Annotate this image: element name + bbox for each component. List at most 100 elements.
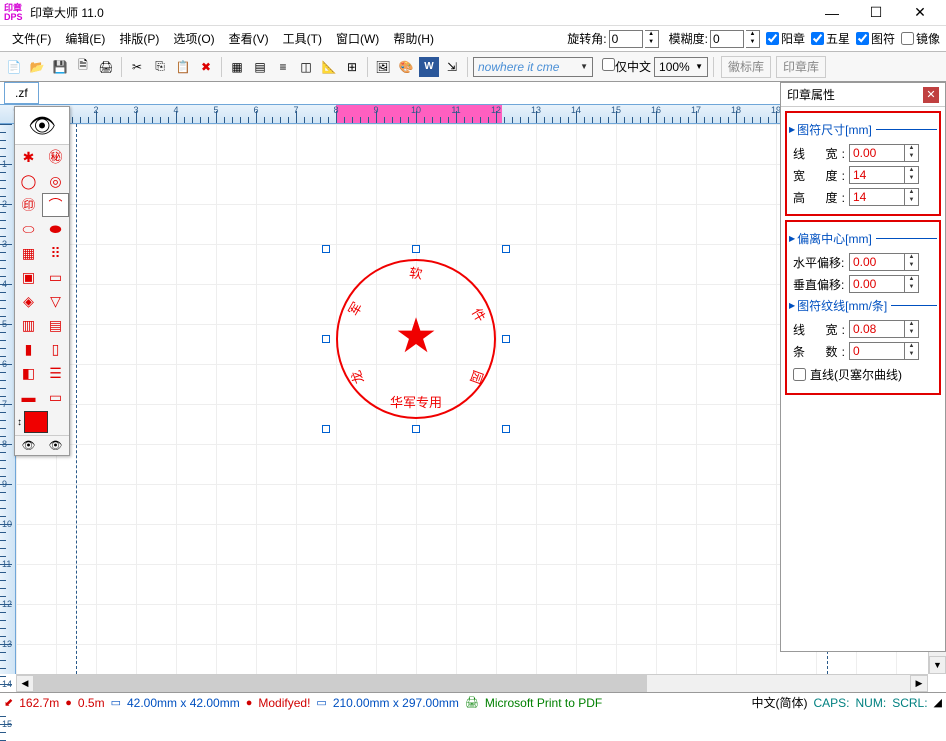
check-jingxiang[interactable]: 镜像 — [901, 30, 940, 47]
grid2-icon[interactable]: ▤ — [250, 57, 270, 77]
color-swap-icon[interactable]: ↕ — [17, 417, 22, 428]
tool-oval[interactable]: ⬬ — [42, 217, 69, 241]
sel-handle-e[interactable] — [502, 335, 510, 343]
tool-box1[interactable]: ▬ — [15, 385, 42, 409]
properties-close-button[interactable]: ✕ — [923, 87, 939, 103]
sel-handle-se[interactable] — [502, 425, 510, 433]
voffset-input[interactable] — [849, 275, 905, 293]
hscroll-thumb[interactable] — [34, 675, 647, 692]
linewidth2-input[interactable] — [849, 320, 905, 338]
count-input[interactable] — [849, 342, 905, 360]
maximize-button[interactable]: ☐ — [854, 0, 898, 26]
check-wuxing[interactable]: 五星 — [811, 30, 850, 47]
palette-eye1-icon[interactable]: 👁 — [15, 436, 42, 455]
tool-block2[interactable]: ▯ — [42, 337, 69, 361]
color-icon[interactable]: 🎨 — [396, 57, 416, 77]
tool-bars[interactable]: ☰ — [42, 361, 69, 385]
badge-library-tab[interactable]: 徽标库 — [721, 56, 771, 78]
status-resize-icon[interactable]: ◢ — [934, 696, 942, 709]
tool-rect[interactable]: ▭ — [42, 265, 69, 289]
rotation-spinner[interactable]: ▲▼ — [645, 30, 659, 48]
tool-box2[interactable]: ▭ — [42, 385, 69, 409]
file-tab[interactable]: .zf — [4, 82, 39, 104]
tool-grid[interactable]: ▦ — [15, 241, 42, 265]
copy-icon[interactable]: ⎘ — [150, 57, 170, 77]
check-yangzhang[interactable]: 阳章 — [766, 30, 805, 47]
font-combo[interactable]: nowhere it cme▼ — [473, 57, 593, 77]
word-icon[interactable]: W — [419, 57, 439, 77]
tool-dots[interactable]: ⠿ — [42, 241, 69, 265]
menu-options[interactable]: 选项(O) — [167, 28, 220, 49]
menu-tools[interactable]: 工具(T) — [277, 28, 328, 49]
image-icon[interactable]: 🖼 — [373, 57, 393, 77]
linewidth-input[interactable] — [849, 144, 905, 162]
tool-double-circle[interactable]: ◎ — [42, 169, 69, 193]
menu-view[interactable]: 查看(V) — [223, 28, 275, 49]
sel-handle-w[interactable] — [322, 335, 330, 343]
menu-layout[interactable]: 排版(P) — [113, 28, 165, 49]
sel-handle-nw[interactable] — [322, 245, 330, 253]
snap-icon[interactable]: ⊞ — [342, 57, 362, 77]
height-spinner[interactable]: ▲▼ — [905, 188, 919, 206]
width-input[interactable] — [849, 166, 905, 184]
menu-edit[interactable]: 编辑(E) — [59, 28, 111, 49]
check-tufu[interactable]: 图符 — [856, 30, 895, 47]
tool-square[interactable]: ▣ — [15, 265, 42, 289]
save-icon[interactable]: 💾 — [50, 57, 70, 77]
sel-handle-ne[interactable] — [502, 245, 510, 253]
stamp-library-tab[interactable]: 印章库 — [776, 56, 826, 78]
linewidth-spinner[interactable]: ▲▼ — [905, 144, 919, 162]
tool-col[interactable]: ▤ — [42, 313, 69, 337]
blur-input[interactable] — [710, 30, 744, 48]
open-icon[interactable]: 📂 — [27, 57, 47, 77]
new-icon[interactable]: 📄 — [4, 57, 24, 77]
tool-triangle[interactable]: ▽ — [42, 289, 69, 313]
foreground-color[interactable] — [24, 411, 48, 433]
close-button[interactable]: ✕ — [898, 0, 942, 26]
check-only-chinese[interactable]: 仅中文 — [602, 58, 651, 75]
hoffset-spinner[interactable]: ▲▼ — [905, 253, 919, 271]
menu-help[interactable]: 帮助(H) — [387, 28, 440, 49]
bezier-checkbox[interactable]: 直线(贝塞尔曲线) — [793, 366, 933, 383]
voffset-spinner[interactable]: ▲▼ — [905, 275, 919, 293]
tool-palette[interactable]: 👁 ✱㊙ ◯◎ ㊞⌒ ⬭⬬ ▦⠿ ▣▭ ◈▽ ▥▤ ▮▯ ◧☰ ▬▭ ↕ 👁👁 — [14, 106, 70, 456]
scroll-down-button[interactable]: ▼ — [929, 656, 946, 674]
menu-window[interactable]: 窗口(W) — [330, 28, 385, 49]
print-icon[interactable]: 🖨 — [96, 57, 116, 77]
scroll-left-button[interactable]: ◀ — [16, 675, 34, 692]
cut-icon[interactable]: ✂ — [127, 57, 147, 77]
tool-diamond[interactable]: ◈ — [15, 289, 42, 313]
sel-handle-n[interactable] — [412, 245, 420, 253]
minimize-button[interactable]: — — [810, 0, 854, 26]
zoom-combo[interactable]: 100%▼ — [654, 57, 708, 77]
delete-icon[interactable]: ✖ — [196, 57, 216, 77]
tool-star[interactable]: ✱ — [15, 145, 42, 169]
stamp-object[interactable]: ★ 软 件 军 园 龙 华军专用 — [326, 249, 506, 429]
saveas-icon[interactable]: 🗎 — [73, 57, 93, 77]
tool-half[interactable]: ◧ — [15, 361, 42, 385]
grid-icon[interactable]: ▦ — [227, 57, 247, 77]
tool-ellipse[interactable]: ⬭ — [15, 217, 42, 241]
export-icon[interactable]: ⇲ — [442, 57, 462, 77]
scroll-right-button[interactable]: ▶ — [910, 675, 928, 692]
linewidth2-spinner[interactable]: ▲▼ — [905, 320, 919, 338]
rotation-input[interactable] — [609, 30, 643, 48]
paste-icon[interactable]: 📋 — [173, 57, 193, 77]
sel-handle-sw[interactable] — [322, 425, 330, 433]
width-spinner[interactable]: ▲▼ — [905, 166, 919, 184]
menu-file[interactable]: 文件(F) — [6, 28, 57, 49]
horizontal-scrollbar[interactable]: ◀ ▶ — [16, 674, 928, 692]
count-spinner[interactable]: ▲▼ — [905, 342, 919, 360]
align-icon[interactable]: ≡ — [273, 57, 293, 77]
tool-seal[interactable]: ㊙ — [42, 145, 69, 169]
height-input[interactable] — [849, 188, 905, 206]
sel-handle-s[interactable] — [412, 425, 420, 433]
layer-icon[interactable]: ◫ — [296, 57, 316, 77]
blur-spinner[interactable]: ▲▼ — [746, 30, 760, 48]
tool-arc-text[interactable]: ⌒ — [42, 193, 69, 217]
tool-circle[interactable]: ◯ — [15, 169, 42, 193]
hoffset-input[interactable] — [849, 253, 905, 271]
tool-text-circle[interactable]: ㊞ — [15, 193, 42, 217]
tool-block1[interactable]: ▮ — [15, 337, 42, 361]
tool-row[interactable]: ▥ — [15, 313, 42, 337]
